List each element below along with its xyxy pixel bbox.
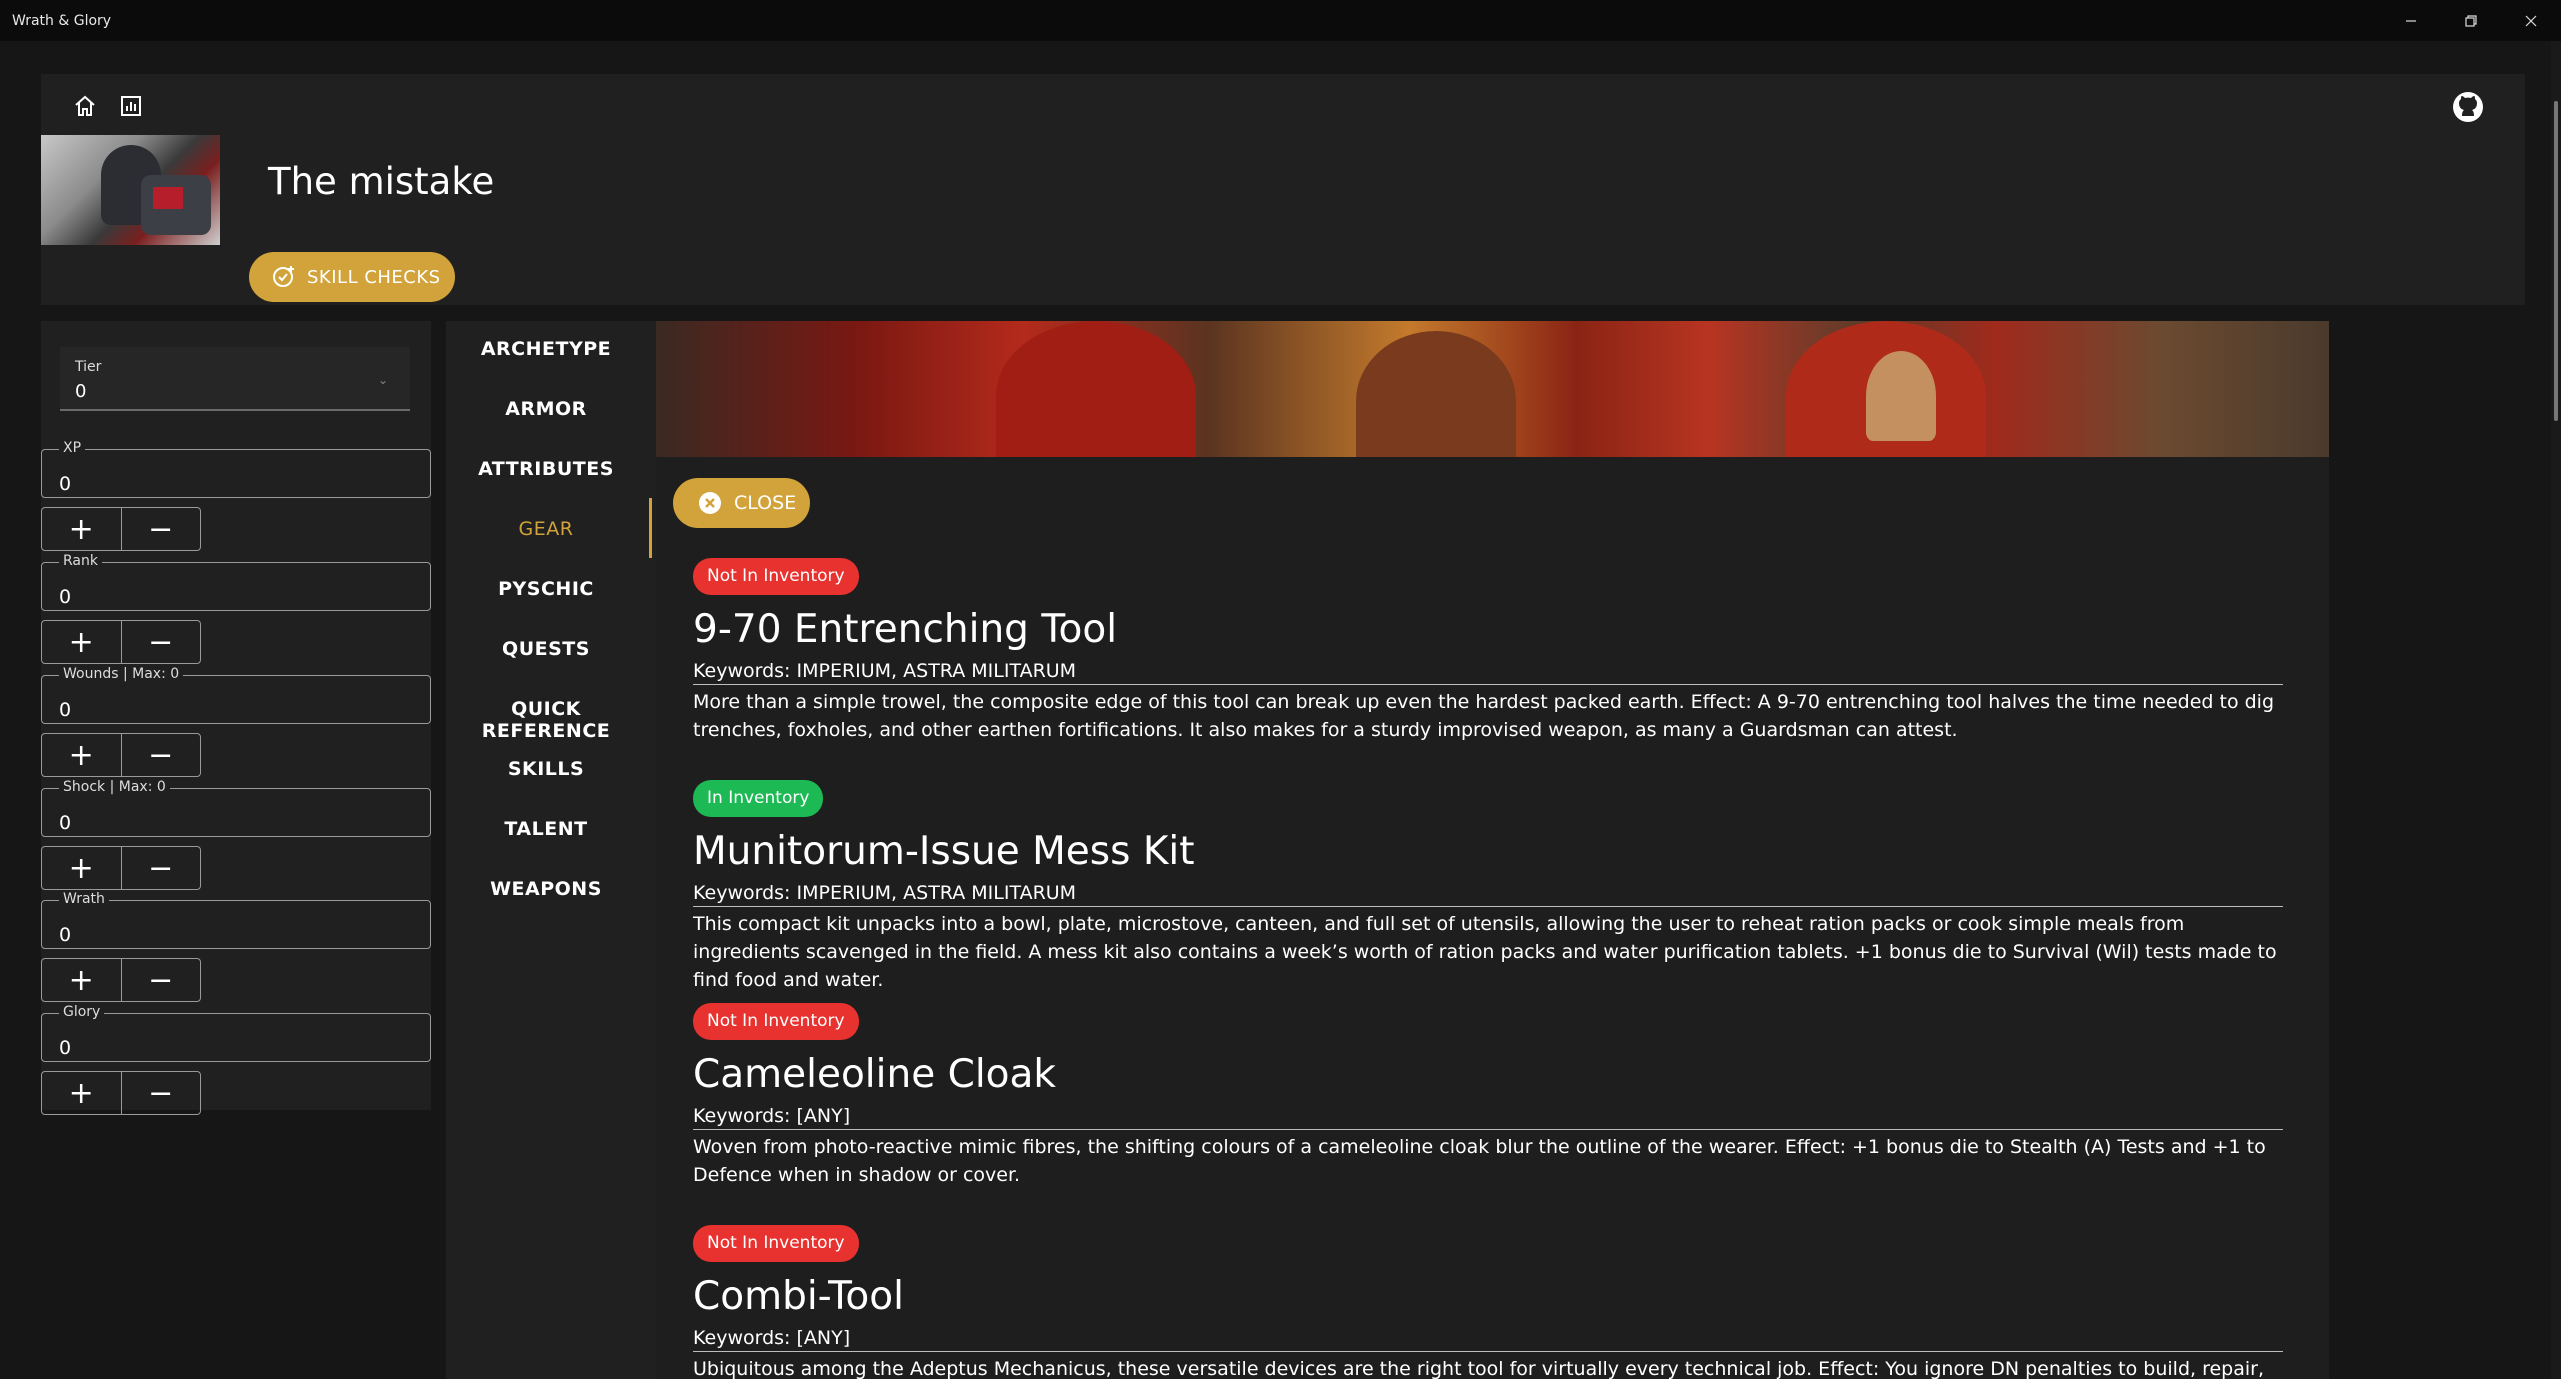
gear-name: Cameleoline Cloak: [693, 1052, 1056, 1097]
gear-description: More than a simple trowel, the composite…: [693, 691, 2275, 741]
gear-description: Ubiquitous among the Adeptus Mechanicus,…: [693, 1358, 2265, 1379]
gear-content: CLOSE Not In Inventory 9-70 Entrenching …: [656, 321, 2329, 1379]
stats-icon[interactable]: [117, 92, 145, 120]
restore-button[interactable]: [2441, 0, 2501, 41]
rank-value: 0: [59, 586, 72, 608]
glory-label: Glory: [59, 1003, 105, 1021]
wounds-increment-button[interactable]: +: [42, 734, 121, 776]
inventory-badge[interactable]: Not In Inventory: [693, 1225, 859, 1262]
nav-item-quests[interactable]: QUESTS: [446, 638, 646, 660]
header-icons: [71, 92, 145, 120]
close-button[interactable]: CLOSE: [673, 478, 810, 528]
tier-select[interactable]: Tier 0 ⌄: [60, 347, 410, 411]
xp-label: XP: [59, 439, 86, 457]
gear-item: Not In Inventory Combi-Tool Keywords: [A…: [693, 1225, 2293, 1379]
glory-decrement-button[interactable]: −: [120, 1072, 201, 1114]
section-nav: ARCHETYPE ARMOR ATTRIBUTES GEAR PYSCHIC …: [446, 321, 656, 1379]
wounds-label: Wounds | Max: 0: [59, 665, 184, 683]
inventory-badge[interactable]: In Inventory: [693, 780, 824, 817]
gear-item: Not In Inventory Cameleoline Cloak Keywo…: [693, 1003, 2293, 1189]
rank-label: Rank: [59, 552, 102, 570]
gear-keywords: Keywords: IMPERIUM, ASTRA MILITARUM: [693, 660, 2283, 685]
gear-description: This compact kit unpacks into a bowl, pl…: [693, 913, 2277, 991]
rank-increment-button[interactable]: +: [42, 621, 121, 663]
wrath-value: 0: [59, 924, 72, 946]
xp-value: 0: [59, 473, 72, 495]
shock-value: 0: [59, 812, 72, 834]
wounds-stat: 0 Wounds | Max: 0 + −: [41, 665, 431, 777]
close-label: CLOSE: [734, 492, 797, 514]
nav-item-attributes[interactable]: ATTRIBUTES: [446, 458, 646, 480]
gear-keywords: Keywords: IMPERIUM, ASTRA MILITARUM: [693, 882, 2283, 907]
close-window-button[interactable]: [2501, 0, 2561, 41]
character-portrait: [41, 135, 220, 245]
wrath-label: Wrath: [59, 890, 109, 908]
nav-item-talent[interactable]: TALENT: [446, 818, 646, 840]
rank-stat: 0 Rank + −: [41, 552, 431, 664]
title-bar: Wrath & Glory: [0, 0, 2561, 41]
xp-field[interactable]: 0: [41, 449, 431, 498]
glory-value: 0: [59, 1037, 72, 1059]
nav-item-gear[interactable]: GEAR: [446, 518, 646, 540]
character-name: The mistake: [268, 160, 495, 203]
chevron-down-icon: ⌄: [377, 373, 388, 387]
stats-panel: Tier 0 ⌄ 0 XP + − 0 Rank + − 0 Wounds | Ma…: [41, 321, 431, 1115]
shock-label: Shock | Max: 0: [59, 778, 170, 796]
shock-decrement-button[interactable]: −: [120, 847, 201, 889]
nav-item-skills[interactable]: SKILLS: [446, 758, 646, 780]
nav-item-weapons[interactable]: WEAPONS: [446, 878, 646, 900]
gear-name: Combi-Tool: [693, 1274, 904, 1319]
minimize-button[interactable]: [2381, 0, 2441, 41]
gear-banner-image: [656, 321, 2329, 457]
gear-item: Not In Inventory 9-70 Entrenching Tool K…: [693, 558, 2293, 744]
character-header: The mistake SKILL CHECKS: [41, 74, 2525, 305]
glory-increment-button[interactable]: +: [42, 1072, 121, 1114]
shock-stat: 0 Shock | Max: 0 + −: [41, 778, 431, 890]
nav-item-pyschic[interactable]: PYSCHIC: [446, 578, 646, 600]
nav-item-armor[interactable]: ARMOR: [446, 398, 646, 420]
home-icon[interactable]: [71, 92, 99, 120]
rank-decrement-button[interactable]: −: [120, 621, 201, 663]
close-circle-icon: [699, 492, 721, 514]
xp-stat: 0 XP + −: [41, 439, 431, 551]
skill-checks-label: SKILL CHECKS: [307, 266, 441, 288]
wounds-value: 0: [59, 699, 72, 721]
inventory-badge[interactable]: Not In Inventory: [693, 1003, 859, 1040]
tier-value: 0: [75, 381, 87, 402]
gear-keywords: Keywords: [ANY]: [693, 1105, 2283, 1130]
gear-item: In Inventory Munitorum-Issue Mess Kit Ke…: [693, 780, 2293, 994]
gear-name: Munitorum-Issue Mess Kit: [693, 829, 1195, 874]
shock-increment-button[interactable]: +: [42, 847, 121, 889]
vertical-scrollbar[interactable]: [2551, 41, 2561, 1379]
wrath-increment-button[interactable]: +: [42, 959, 121, 1001]
nav-item-archetype[interactable]: ARCHETYPE: [446, 338, 646, 360]
active-nav-indicator: [649, 498, 652, 558]
inventory-badge[interactable]: Not In Inventory: [693, 558, 859, 595]
scrollbar-thumb[interactable]: [2554, 101, 2558, 421]
wounds-decrement-button[interactable]: −: [120, 734, 201, 776]
xp-increment-button[interactable]: +: [42, 508, 121, 550]
glory-stat: 0 Glory + −: [41, 1003, 431, 1115]
github-icon[interactable]: [2451, 90, 2485, 124]
window-controls: [2381, 0, 2561, 41]
dice-check-icon: [273, 266, 294, 287]
gear-description: Woven from photo-reactive mimic fibres, …: [693, 1136, 2266, 1186]
app-title: Wrath & Glory: [12, 12, 112, 29]
tier-label: Tier: [75, 359, 102, 375]
skill-checks-button[interactable]: SKILL CHECKS: [249, 252, 455, 302]
xp-decrement-button[interactable]: −: [120, 508, 201, 550]
gear-keywords: Keywords: [ANY]: [693, 1327, 2283, 1352]
gear-name: 9-70 Entrenching Tool: [693, 607, 1118, 652]
nav-item-quick-reference[interactable]: QUICK REFERENCE: [446, 698, 646, 742]
wrath-stat: 0 Wrath + −: [41, 890, 431, 1002]
wrath-decrement-button[interactable]: −: [120, 959, 201, 1001]
